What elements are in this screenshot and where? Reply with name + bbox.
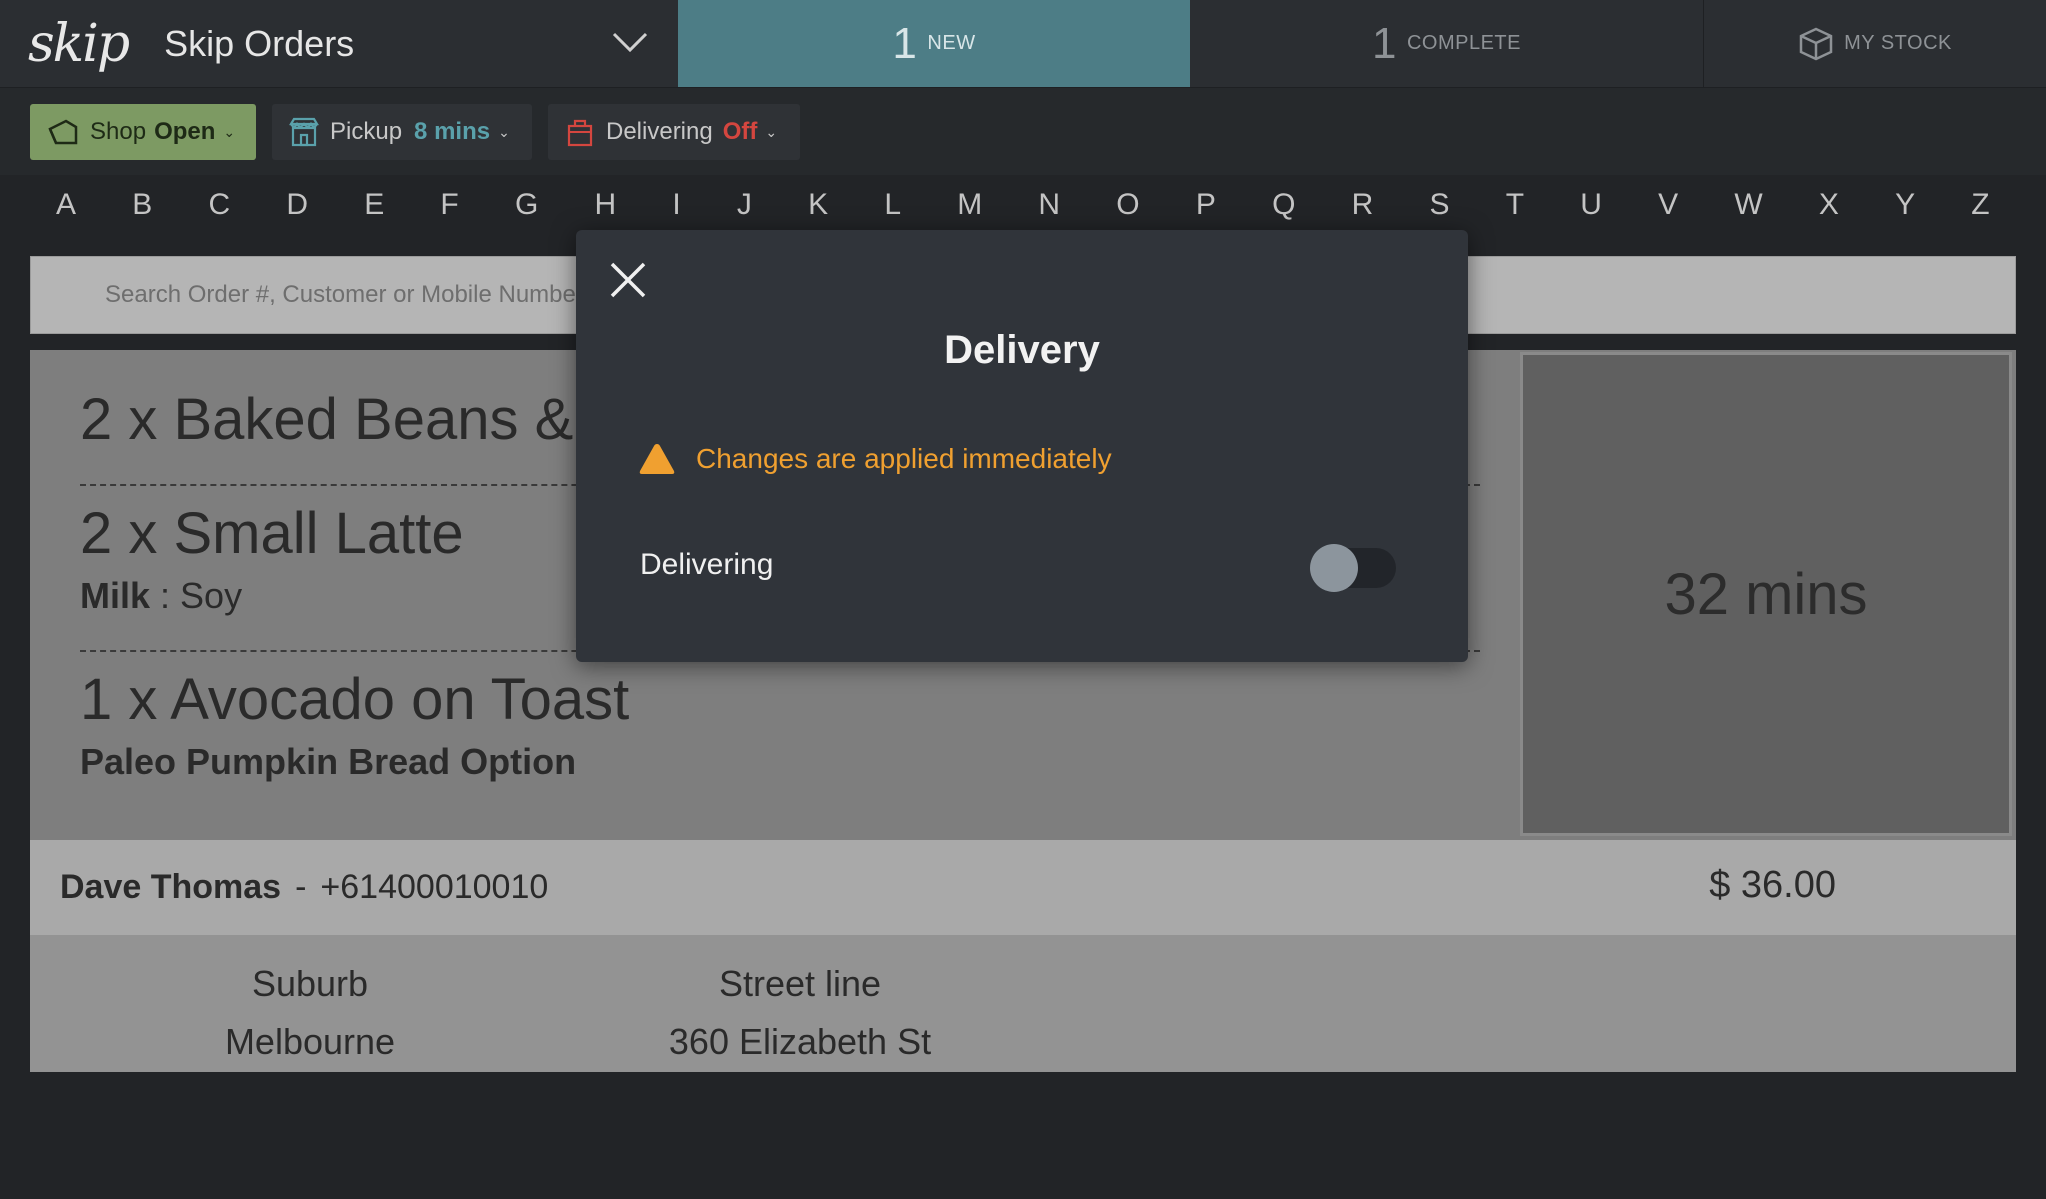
store-icon bbox=[289, 117, 319, 147]
alpha-letter[interactable]: C bbox=[208, 188, 230, 238]
shop-value: Open bbox=[154, 118, 216, 145]
suburb-label: Suburb bbox=[251, 963, 369, 1004]
customer-row: Dave Thomas - +61400010010 $ 36.00 bbox=[30, 840, 2016, 935]
order-item-option: Paleo Pumpkin Bread Option bbox=[80, 741, 577, 782]
alpha-letter[interactable]: Y bbox=[1895, 188, 1915, 238]
alpha-letter[interactable]: X bbox=[1819, 188, 1839, 238]
pickup-value: 8 mins bbox=[414, 118, 491, 145]
close-icon[interactable] bbox=[606, 258, 650, 302]
app-title: Skip Orders bbox=[164, 22, 355, 64]
toggle-knob bbox=[1310, 544, 1358, 592]
alpha-letter[interactable]: B bbox=[132, 188, 152, 238]
pickup-time-dropdown[interactable]: Pickup 8 mins ⌄ bbox=[272, 104, 532, 160]
delivery-bag-icon bbox=[567, 119, 593, 147]
delivering-label: Delivering bbox=[606, 118, 713, 145]
search-placeholder: Search Order #, Customer or Mobile Numbe… bbox=[105, 281, 584, 308]
warning-icon bbox=[639, 444, 675, 474]
tab-my-stock-label: MY STOCK bbox=[1844, 32, 1952, 54]
option-separator: : bbox=[150, 575, 181, 616]
alpha-letter[interactable]: D bbox=[286, 188, 308, 238]
chevron-down-icon: ⌄ bbox=[223, 123, 236, 140]
street-label: Street line bbox=[718, 963, 882, 1004]
order-timer: 32 mins bbox=[1520, 352, 2012, 836]
alpha-letter[interactable]: Z bbox=[1971, 188, 1989, 238]
delivering-toggle-label: Delivering bbox=[640, 548, 774, 581]
delivering-toggle[interactable] bbox=[1310, 544, 1396, 592]
shop-icon bbox=[48, 119, 78, 145]
delivery-modal: Delivery Changes are applied immediately… bbox=[576, 230, 1468, 662]
tab-complete[interactable]: 1 COMPLETE bbox=[1190, 0, 1704, 87]
tab-new-count: 1 bbox=[892, 18, 918, 68]
customer-phone: +61400010010 bbox=[320, 868, 549, 906]
order-price: $ 36.00 bbox=[1709, 864, 1836, 906]
box-icon bbox=[1799, 27, 1833, 60]
chevron-down-icon: ⌄ bbox=[765, 123, 778, 140]
suburb-value: Melbourne bbox=[224, 1021, 396, 1062]
delivering-dropdown[interactable]: Delivering Off ⌄ bbox=[548, 104, 800, 160]
option-value: Soy bbox=[180, 575, 243, 616]
alpha-letter[interactable]: G bbox=[515, 188, 538, 238]
shop-label: Shop bbox=[90, 118, 147, 145]
skip-logo: skip bbox=[28, 13, 130, 74]
tab-new[interactable]: 1 NEW bbox=[678, 0, 1190, 87]
tab-my-stock[interactable]: MY STOCK bbox=[1704, 0, 2046, 87]
tab-complete-label: COMPLETE bbox=[1406, 32, 1521, 54]
customer-dash: - bbox=[295, 868, 307, 906]
option-name: Milk bbox=[80, 575, 151, 616]
order-item: 1 x Avocado on Toast Paleo Pumpkin Bread… bbox=[80, 666, 1480, 783]
alpha-letter[interactable]: V bbox=[1658, 188, 1678, 238]
customer-name: Dave Thomas bbox=[60, 868, 282, 906]
brand-menu[interactable]: skip Skip Orders bbox=[0, 0, 678, 87]
alpha-letter[interactable]: W bbox=[1734, 188, 1762, 238]
status-row: Shop Open ⌄ Pickup 8 mins ⌄ Delivering O… bbox=[0, 87, 2046, 175]
street-column: Street line 360 Elizabeth St bbox=[590, 955, 1010, 1071]
warning-text: Changes are applied immediately bbox=[696, 443, 1112, 474]
shop-status-dropdown[interactable]: Shop Open ⌄ bbox=[30, 104, 256, 160]
top-bar: skip Skip Orders 1 NEW 1 COMPLETE MY STO… bbox=[0, 0, 2046, 87]
tab-new-label: NEW bbox=[927, 32, 976, 54]
delivery-address: Suburb Melbourne Street line 360 Elizabe… bbox=[30, 935, 2016, 1072]
order-item-text: 1 x Avocado on Toast bbox=[80, 667, 630, 732]
alpha-letter[interactable]: U bbox=[1580, 188, 1602, 238]
alpha-letter[interactable]: A bbox=[56, 188, 76, 238]
chevron-down-icon: ⌄ bbox=[498, 123, 510, 140]
tab-complete-count: 1 bbox=[1371, 18, 1397, 68]
warning-message: Changes are applied immediately bbox=[638, 442, 1112, 476]
suburb-column: Suburb Melbourne bbox=[160, 955, 460, 1071]
street-value: 360 Elizabeth St bbox=[668, 1021, 932, 1062]
chevron-down-icon[interactable] bbox=[610, 28, 650, 56]
pickup-label: Pickup bbox=[330, 118, 403, 145]
alpha-letter[interactable]: T bbox=[1506, 188, 1524, 238]
alpha-letter[interactable]: F bbox=[440, 188, 458, 238]
delivering-value: Off bbox=[722, 118, 758, 145]
alpha-letter[interactable]: E bbox=[364, 188, 384, 238]
modal-title: Delivery bbox=[944, 328, 1100, 372]
